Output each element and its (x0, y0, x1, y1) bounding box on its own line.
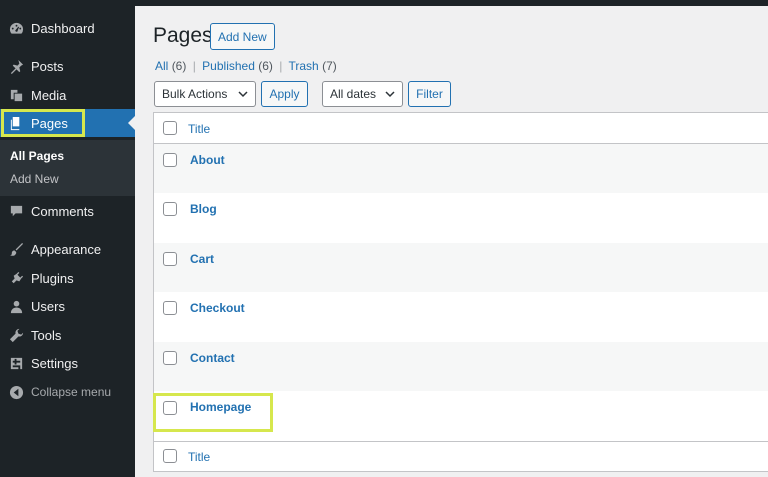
row-checkbox[interactable] (163, 153, 177, 167)
sidebar-item-label: Tools (31, 327, 62, 343)
pages-table: Title About Blog Cart Checkout Contact H… (153, 112, 768, 472)
sidebar-item-label: Comments (31, 203, 94, 219)
date-filter-select[interactable]: All dates (322, 81, 403, 107)
separator: | (192, 59, 196, 73)
all-count: (6) (171, 59, 187, 73)
sidebar-item-label: Media (31, 87, 67, 103)
chevron-down-icon (385, 91, 395, 98)
filter-published-link[interactable]: Published (202, 59, 255, 73)
sidebar-item-users[interactable]: Users (0, 292, 135, 320)
page-title-link[interactable]: About (190, 153, 225, 167)
bulk-actions-select[interactable]: Bulk Actions (154, 81, 256, 107)
pages-submenu: All Pages Add New (0, 140, 135, 196)
active-arrow (128, 116, 135, 130)
paintbrush-icon (8, 241, 24, 257)
admin-sidebar: Dashboard Posts Media Pages All Pages Ad… (0, 0, 135, 477)
table-footer-row: Title (154, 442, 768, 472)
homepage-highlight-box (153, 393, 273, 432)
sidebar-item-settings[interactable]: Settings (0, 349, 135, 377)
sidebar-collapse-menu[interactable]: Collapse menu (0, 378, 135, 406)
sidebar-item-dashboard[interactable]: Dashboard (0, 14, 135, 42)
submenu-all-pages[interactable]: All Pages (10, 149, 64, 163)
add-new-button[interactable]: Add New (210, 23, 275, 50)
page-title-link[interactable]: Blog (190, 202, 217, 216)
date-filter-value: All dates (330, 87, 377, 101)
submenu-add-new[interactable]: Add New (10, 172, 59, 186)
collapse-icon (8, 384, 24, 400)
table-row: Blog (154, 193, 768, 243)
sidebar-item-appearance[interactable]: Appearance (0, 235, 135, 263)
page-title-link[interactable]: Contact (190, 351, 235, 365)
media-icon (8, 87, 24, 103)
filter-button[interactable]: Filter (408, 81, 451, 107)
pin-icon (8, 58, 24, 74)
sidebar-item-label: Posts (31, 58, 64, 74)
dashboard-icon (8, 20, 24, 36)
filter-all-link[interactable]: All (155, 59, 168, 73)
table-header-row: Title (154, 113, 768, 143)
sidebar-item-plugins[interactable]: Plugins (0, 264, 135, 292)
sidebar-item-comments[interactable]: Comments (0, 197, 135, 225)
pages-highlight-box (1, 109, 85, 137)
sidebar-item-label: Appearance (31, 241, 102, 257)
table-row: About (154, 144, 768, 193)
sidebar-item-label: Dashboard (31, 20, 95, 36)
comment-icon (8, 203, 24, 219)
settings-icon (8, 355, 24, 371)
table-row: Checkout (154, 292, 768, 342)
sidebar-item-label: Plugins (31, 270, 74, 286)
column-footer-title[interactable]: Title (188, 450, 210, 464)
row-checkbox[interactable] (163, 351, 177, 365)
plugin-icon (8, 270, 24, 286)
sidebar-item-posts[interactable]: Posts (0, 52, 135, 80)
wrench-icon (8, 327, 24, 343)
trash-count: (7) (322, 59, 337, 73)
sidebar-item-label: Settings (31, 355, 78, 371)
sidebar-item-tools[interactable]: Tools (0, 321, 135, 349)
published-count: (6) (258, 59, 273, 73)
page-title-link[interactable]: Cart (190, 252, 214, 266)
column-header-title[interactable]: Title (188, 122, 210, 136)
sidebar-item-media[interactable]: Media (0, 81, 135, 109)
user-icon (8, 298, 24, 314)
table-row: Contact (154, 342, 768, 391)
chevron-down-icon (238, 91, 248, 98)
row-checkbox[interactable] (163, 202, 177, 216)
page-title: Pages (153, 24, 213, 47)
row-checkbox[interactable] (163, 252, 177, 266)
sidebar-item-label: Collapse menu (31, 385, 112, 399)
page-title-link[interactable]: Checkout (190, 301, 245, 315)
separator: | (279, 59, 283, 73)
main-content: Pages Add New All (6) | Published (6) | … (135, 6, 768, 477)
select-all-checkbox[interactable] (163, 121, 177, 135)
row-checkbox[interactable] (163, 301, 177, 315)
apply-button[interactable]: Apply (261, 81, 308, 107)
select-all-checkbox-footer[interactable] (163, 449, 177, 463)
bulk-actions-value: Bulk Actions (162, 87, 228, 101)
status-filter-links: All (6) | Published (6) | Trash (7) (155, 59, 337, 73)
filter-trash-link[interactable]: Trash (289, 59, 319, 73)
sidebar-item-label: Users (31, 298, 65, 314)
table-row: Cart (154, 243, 768, 292)
